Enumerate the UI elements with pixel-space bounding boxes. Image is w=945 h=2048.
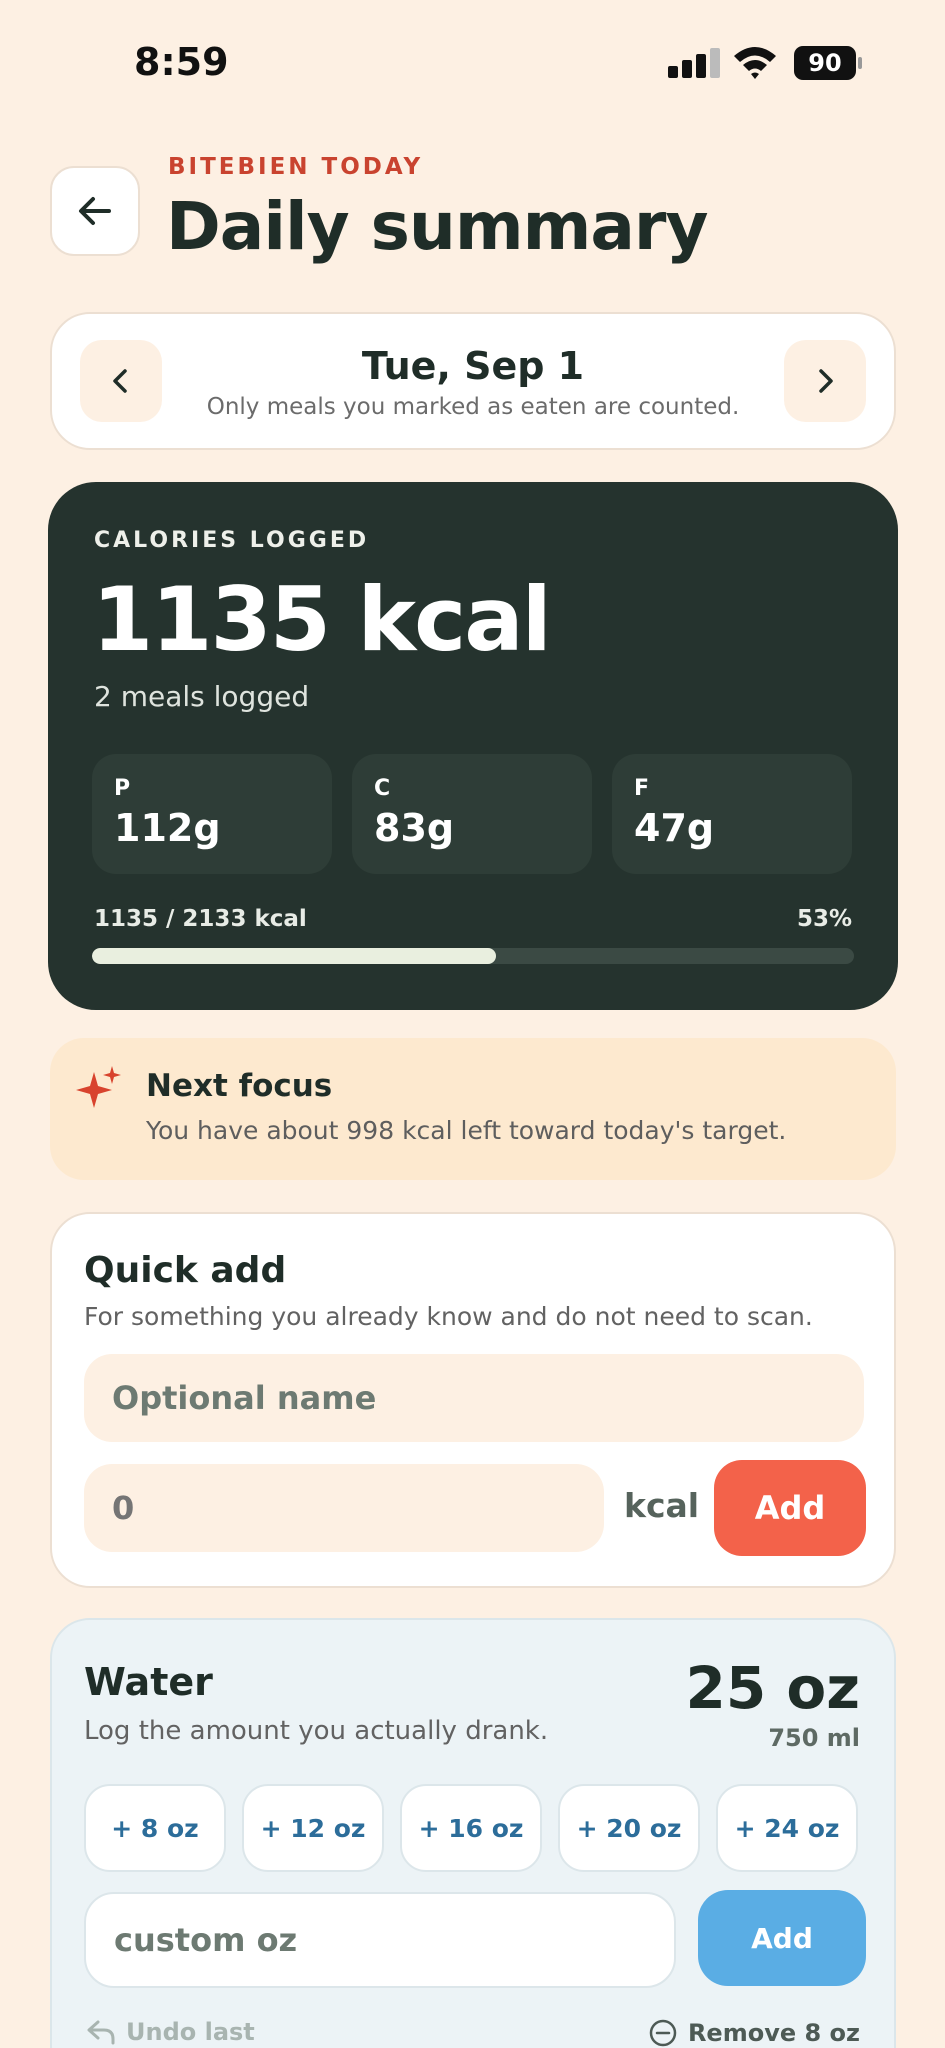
- meal-name-input[interactable]: [84, 1354, 864, 1442]
- page-title: Daily summary: [166, 188, 708, 265]
- wifi-icon: [734, 47, 776, 79]
- cellular-signal-icon: [668, 48, 720, 78]
- arrow-left-icon: [79, 197, 111, 225]
- macro-value: 47g: [634, 806, 715, 850]
- next-day-button[interactable]: [784, 340, 866, 422]
- status-time: 8:59: [134, 40, 229, 84]
- macro-fat: F 47g: [612, 754, 852, 874]
- macro-label: F: [634, 776, 650, 801]
- macro-carbs: C 83g: [352, 754, 592, 874]
- macro-value: 83g: [374, 806, 455, 850]
- undo-last-button[interactable]: Undo last: [86, 2018, 255, 2046]
- kcal-input[interactable]: [84, 1464, 604, 1552]
- battery-icon: 90: [794, 46, 862, 80]
- add-8oz-button[interactable]: + 8 oz: [84, 1784, 226, 1872]
- calories-card: CALORIES LOGGED 1135 kcal 2 meals logged…: [48, 482, 898, 1010]
- chevron-right-icon: [819, 369, 833, 393]
- water-total-ml: 750 ml: [768, 1724, 860, 1752]
- calories-eyebrow: CALORIES LOGGED: [94, 528, 370, 553]
- quick-add-title: Quick add: [84, 1250, 287, 1291]
- quick-add-card: Quick add For something you already know…: [50, 1212, 896, 1588]
- progress-text: 1135 / 2133 kcal: [94, 906, 307, 932]
- add-16oz-button[interactable]: + 16 oz: [400, 1784, 542, 1872]
- undo-icon: [87, 2020, 115, 2045]
- custom-oz-input[interactable]: [84, 1892, 676, 1988]
- calories-value: 1135 kcal: [92, 568, 552, 671]
- remove-water-button[interactable]: Remove 8 oz: [648, 2018, 860, 2048]
- macro-label: C: [374, 776, 391, 801]
- water-title: Water: [84, 1660, 213, 1704]
- calorie-progress-fill: [92, 948, 496, 964]
- next-focus-card: Next focus You have about 998 kcal left …: [50, 1038, 896, 1180]
- date-selector: Tue, Sep 1 Only meals you marked as eate…: [50, 312, 896, 450]
- macro-value: 112g: [114, 806, 221, 850]
- sparkles-icon: [76, 1066, 121, 1108]
- focus-title: Next focus: [146, 1068, 333, 1104]
- calorie-progress-bar: [92, 948, 854, 964]
- app-eyebrow: BITEBIEN TODAY: [168, 154, 424, 180]
- minus-circle-icon: [649, 2019, 677, 2047]
- focus-text: You have about 998 kcal left toward toda…: [146, 1116, 787, 1145]
- date-subtitle: Only meals you marked as eaten are count…: [206, 394, 740, 420]
- meals-count: 2 meals logged: [94, 680, 310, 713]
- progress-percent: 53%: [796, 906, 852, 932]
- selected-date: Tue, Sep 1: [361, 344, 585, 388]
- quick-add-button[interactable]: Add: [714, 1460, 866, 1556]
- water-total: 25 oz: [685, 1654, 860, 1722]
- undo-label: Undo last: [126, 2018, 255, 2046]
- remove-label: Remove 8 oz: [687, 2019, 860, 2047]
- back-button[interactable]: [50, 166, 140, 256]
- add-24oz-button[interactable]: + 24 oz: [716, 1784, 858, 1872]
- add-20oz-button[interactable]: + 20 oz: [558, 1784, 700, 1872]
- water-card: Water Log the amount you actually drank.…: [50, 1618, 896, 2048]
- water-subtitle: Log the amount you actually drank.: [84, 1716, 549, 1746]
- macro-protein: P 112g: [92, 754, 332, 874]
- add-12oz-button[interactable]: + 12 oz: [242, 1784, 384, 1872]
- kcal-unit-label: kcal: [624, 1486, 700, 1525]
- macro-label: P: [114, 776, 131, 801]
- status-bar: 8:59 90: [0, 0, 945, 120]
- battery-level: 90: [794, 46, 856, 80]
- water-add-button[interactable]: Add: [698, 1890, 866, 1986]
- quick-add-subtitle: For something you already know and do no…: [84, 1302, 813, 1331]
